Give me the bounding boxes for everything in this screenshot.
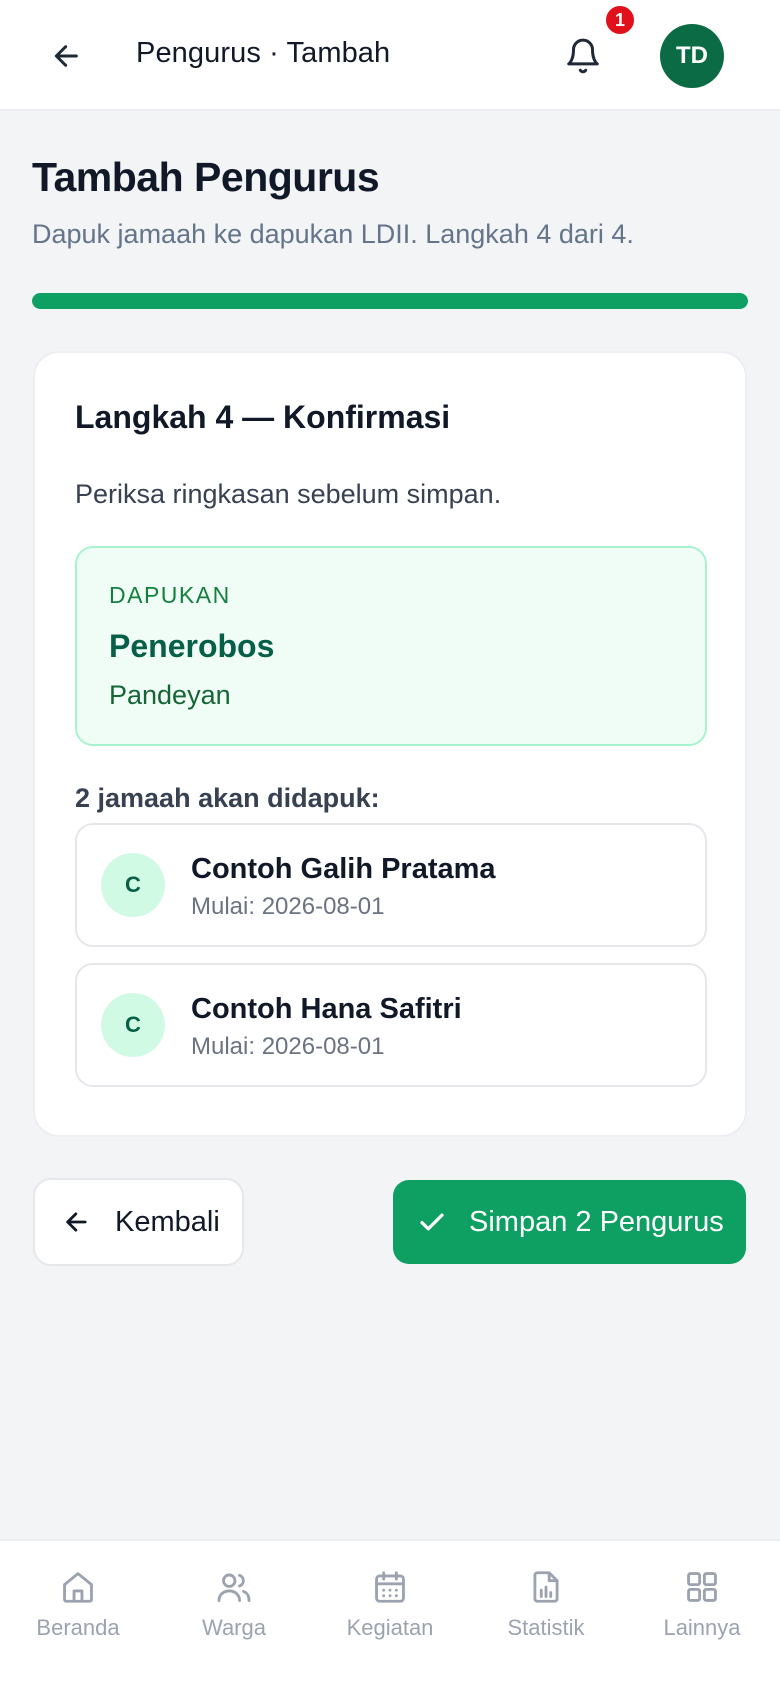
nav-label: Beranda bbox=[36, 1615, 120, 1640]
arrow-left-icon bbox=[66, 1212, 87, 1232]
nav-item-lainnya[interactable]: Lainnya bbox=[624, 1567, 780, 1657]
nav-item-beranda[interactable]: Beranda bbox=[0, 1567, 156, 1657]
back-step-label: Kembali bbox=[115, 1205, 220, 1238]
step-progress-bar bbox=[32, 293, 748, 309]
calendar-icon bbox=[375, 1571, 405, 1603]
page: Pengurus · Tambah 1 TD Tambah Pengurus D… bbox=[0, 0, 780, 1688]
nav-label: Statistik bbox=[507, 1615, 585, 1640]
users-icon bbox=[217, 1573, 251, 1602]
bottom-nav: Beranda Warga Kegiatan Statistik Lainnya bbox=[0, 1539, 780, 1688]
dapukan-name: Penerobos bbox=[109, 628, 275, 664]
dapukan-summary: DAPUKAN Penerobos Pandeyan bbox=[75, 546, 707, 746]
check-icon bbox=[420, 1213, 444, 1231]
notification-badge: 1 bbox=[604, 4, 636, 36]
nav-item-statistik[interactable]: Statistik bbox=[468, 1567, 624, 1657]
nav-item-kegiatan[interactable]: Kegiatan bbox=[312, 1567, 468, 1657]
home-icon bbox=[63, 1572, 93, 1603]
bell-icon bbox=[567, 38, 599, 74]
member-count-text: 2 jamaah akan didapuk: bbox=[75, 783, 380, 813]
member-avatar: C bbox=[101, 853, 165, 917]
nav-label: Lainnya bbox=[663, 1615, 741, 1640]
member-start-date: Mulai: 2026-08-01 bbox=[191, 893, 385, 920]
back-step-button[interactable]: Kembali bbox=[33, 1178, 244, 1266]
user-avatar[interactable]: TD bbox=[660, 24, 724, 88]
dapukan-label: DAPUKAN bbox=[109, 582, 231, 608]
step-progress-fill bbox=[32, 293, 748, 309]
member-start-date: Mulai: 2026-08-01 bbox=[191, 1033, 385, 1060]
member-name: Contoh Hana Safitri bbox=[191, 993, 462, 1025]
notification-button[interactable] bbox=[561, 33, 605, 79]
grid-icon bbox=[687, 1572, 717, 1602]
nav-label: Kegiatan bbox=[346, 1615, 434, 1640]
chart-icon bbox=[533, 1571, 559, 1603]
dapukan-place: Pandeyan bbox=[109, 680, 231, 710]
back-button[interactable] bbox=[47, 36, 87, 76]
save-label: Simpan 2 Pengurus bbox=[469, 1205, 724, 1238]
member-name: Contoh Galih Pratama bbox=[191, 853, 496, 885]
arrow-left-icon bbox=[54, 45, 78, 67]
step-description: Periksa ringkasan sebelum simpan. bbox=[75, 479, 502, 509]
save-button[interactable]: Simpan 2 Pengurus bbox=[393, 1180, 746, 1264]
page-title: Tambah Pengurus bbox=[32, 154, 380, 200]
top-bar-title: Pengurus · Tambah bbox=[136, 37, 391, 69]
member-avatar: C bbox=[101, 993, 165, 1057]
top-bar: Pengurus · Tambah 1 TD bbox=[0, 0, 780, 111]
page-subtitle: Dapuk jamaah ke dapukan LDII. Langkah 4 … bbox=[32, 219, 634, 249]
nav-item-warga[interactable]: Warga bbox=[156, 1567, 312, 1657]
list-item: C Contoh Galih Pratama Mulai: 2026-08-01 bbox=[75, 823, 707, 947]
list-item: C Contoh Hana Safitri Mulai: 2026-08-01 bbox=[75, 963, 707, 1087]
confirmation-card: Langkah 4 — Konfirmasi Periksa ringkasan… bbox=[33, 351, 747, 1137]
step-title: Langkah 4 — Konfirmasi bbox=[75, 399, 451, 435]
nav-label: Warga bbox=[202, 1615, 266, 1640]
